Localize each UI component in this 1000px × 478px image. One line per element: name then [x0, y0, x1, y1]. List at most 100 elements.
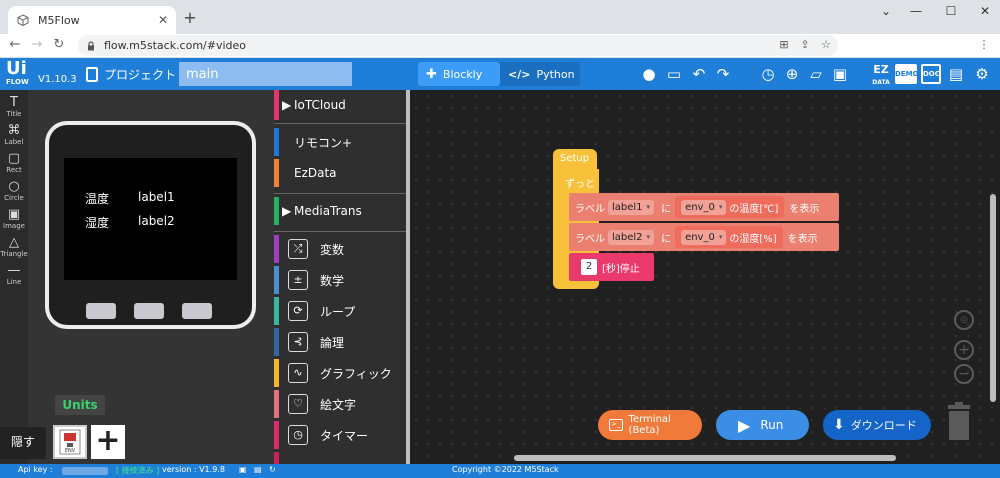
app-version: V1.10.3 [38, 74, 77, 85]
project-name-input[interactable]: main [179, 62, 352, 86]
settings-icon[interactable]: ⚙ [972, 64, 992, 84]
category-remote[interactable]: リモコン+ [274, 128, 406, 156]
maximize-icon[interactable]: ☐ [941, 4, 961, 18]
tool-title[interactable]: T Title [0, 96, 28, 119]
device-button-b[interactable] [134, 303, 164, 319]
blockly-workspace[interactable] [410, 90, 1000, 464]
tool-triangle[interactable]: △ Triangle [0, 236, 28, 259]
category-graphic[interactable]: ∿ グラフィック [274, 359, 406, 387]
redo-icon[interactable]: ↷ [713, 64, 733, 84]
env-unit-item[interactable]: ENV [53, 425, 87, 459]
undo-icon[interactable]: ↶ [689, 64, 709, 84]
address-bar-row: ← → ↻ flow.m5stack.com/#video ⊞ ⇪ ☆ ⋮ [0, 34, 1000, 58]
close-tab-icon[interactable]: ✕ [158, 13, 168, 27]
footer-file-icon[interactable]: ▤ [254, 465, 262, 474]
env-prop-2[interactable]: の湿度[%] [729, 230, 776, 245]
category-label: 数学 [320, 273, 345, 288]
category-mediatrans[interactable]: ▶ MediaTrans [274, 197, 406, 225]
back-icon[interactable]: ← [6, 37, 24, 52]
bookmark-star-icon[interactable]: ☆ [818, 38, 834, 51]
open-folder-icon[interactable]: ▱ [806, 64, 826, 84]
recenter-icon[interactable]: ◎ [954, 310, 974, 330]
env-value-block-2[interactable]: env_0 の湿度[%] [675, 226, 783, 248]
category-color-bar [274, 452, 279, 464]
hide-button[interactable]: 隠す [0, 427, 46, 459]
env-prop-1[interactable]: の温度[℃] [729, 200, 778, 215]
env-dropdown-1[interactable]: env_0 [681, 199, 727, 215]
save-icon[interactable]: ▣ [830, 64, 850, 84]
workspace-hscrollbar[interactable] [514, 455, 896, 461]
tool-rect[interactable]: ▢ Rect [0, 152, 28, 175]
workspace-vscrollbar[interactable] [990, 194, 996, 402]
screen-label1[interactable]: label1 [138, 190, 175, 204]
setup-block[interactable]: Setup [553, 149, 597, 169]
reload-icon[interactable]: ↻ [50, 37, 68, 52]
screen-label2[interactable]: label2 [138, 214, 175, 228]
share-icon[interactable]: ⇪ [797, 38, 813, 51]
logo-main: Ui [6, 58, 27, 79]
category-partial[interactable] [274, 452, 406, 464]
category-logic[interactable]: ⊰ 論理 [274, 328, 406, 356]
shuffle-icon: ⤮ [288, 239, 308, 259]
ezdata-label: EZ [873, 63, 889, 76]
category-iotcloud[interactable]: ▶ IoTCloud [274, 90, 406, 120]
category-emoji[interactable]: ♡ 絵文字 [274, 390, 406, 418]
run-button[interactable]: ▶ Run [716, 410, 809, 440]
device-button-c[interactable] [182, 303, 212, 319]
doc-icon[interactable]: DOC [921, 64, 941, 84]
close-window-icon[interactable]: ✕ [975, 4, 995, 18]
zoom-out-icon[interactable]: − [954, 364, 974, 384]
tab-search-icon[interactable]: ⌄ [876, 4, 896, 18]
screen-label-temp[interactable]: 温度 [85, 190, 109, 207]
tool-label[interactable]: ⌘ Label [0, 124, 28, 147]
url-field[interactable]: flow.m5stack.com/#video [78, 35, 838, 56]
label-dropdown-2[interactable]: label2 [608, 229, 655, 245]
new-tab-icon[interactable]: + [180, 8, 200, 27]
browser-menu-icon[interactable]: ⋮ [976, 38, 992, 51]
label-dropdown-1[interactable]: label1 [608, 199, 655, 215]
device-settings-icon[interactable]: ▭ [664, 64, 684, 84]
label-set-block-1[interactable]: ラベル label1 に env_0 の温度[℃] を表示 [569, 193, 839, 221]
category-loops[interactable]: ⟳ ループ [274, 297, 406, 325]
footer-refresh-icon[interactable]: ↻ [269, 465, 276, 474]
history-icon[interactable]: ◷ [758, 64, 778, 84]
add-unit-button[interactable]: + [91, 425, 125, 459]
category-variables[interactable]: ⤮ 変数 [274, 235, 406, 263]
env-dropdown-2[interactable]: env_0 [681, 229, 727, 245]
user-icon[interactable]: ● [639, 64, 659, 84]
category-timer[interactable]: ◷ タイマー [274, 421, 406, 449]
new-file-icon[interactable]: ⊕ [782, 64, 802, 84]
trash-icon[interactable] [946, 402, 972, 440]
zoom-in-icon[interactable]: + [954, 340, 974, 360]
play-icon: ▶ [738, 415, 751, 435]
category-ezdata[interactable]: EzData [274, 159, 406, 187]
tool-image[interactable]: ▣ Image [0, 208, 28, 231]
tool-circle[interactable]: ○ Circle [0, 180, 28, 203]
python-mode-button[interactable]: </> Python [500, 62, 580, 86]
wait-seconds-input[interactable]: 2 [581, 259, 597, 275]
minimize-icon[interactable]: — [906, 4, 926, 18]
project-menu[interactable]: プロジェクト [86, 66, 176, 83]
screen-label-humid[interactable]: 湿度 [85, 214, 109, 231]
wait-block[interactable]: 2 [秒]停止 [569, 253, 654, 281]
demo-icon[interactable]: DEMO [895, 64, 919, 84]
copyright: Copyright ©2022 M5Stack [452, 465, 559, 474]
env-value-block-1[interactable]: env_0 の温度[℃] [675, 196, 785, 218]
ezdata-icon[interactable]: EZ DATA [871, 63, 891, 86]
footer-save-icon[interactable]: ▣ [239, 465, 247, 474]
blockly-mode-button[interactable]: ✚ Blockly [418, 62, 500, 86]
device-screen[interactable]: 温度 label1 湿度 label2 [64, 158, 237, 280]
terminal-button[interactable]: >_ Terminal (Beta) [598, 410, 702, 440]
category-color-bar [274, 197, 279, 225]
forward-icon[interactable]: → [28, 37, 46, 52]
translate-icon[interactable]: ⊞ [776, 38, 792, 51]
label-set-block-2[interactable]: ラベル label2 に env_0 の湿度[%] を表示 [569, 223, 839, 251]
device-button-a[interactable] [86, 303, 116, 319]
lock-icon [88, 40, 94, 50]
category-math[interactable]: ± 数学 [274, 266, 406, 294]
download-button[interactable]: ⬇ ダウンロード [823, 410, 931, 440]
browser-tab[interactable]: M5Flow ✕ [8, 6, 176, 34]
tool-label: Line [6, 278, 22, 286]
tool-line[interactable]: — Line [0, 264, 28, 287]
feedback-icon[interactable]: ▤ [946, 64, 966, 84]
